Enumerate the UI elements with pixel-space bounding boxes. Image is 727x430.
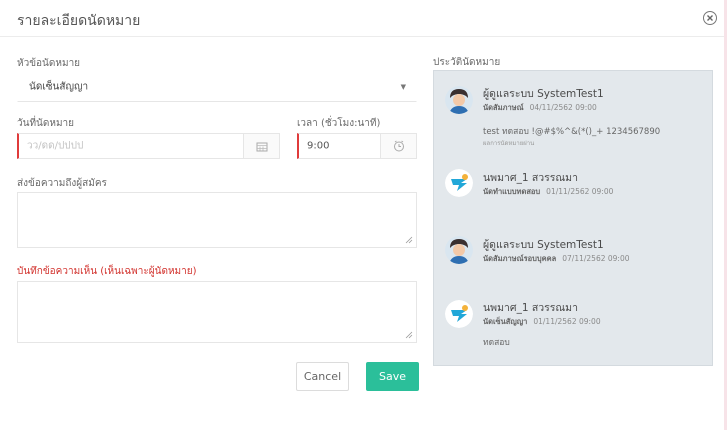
note-label: บันทึกข้อความเห็น (เห็นเฉพาะผู้นัดหมาย) bbox=[17, 266, 197, 277]
history-entry-name: ผู้ดูแลระบบ SystemTest1 bbox=[483, 88, 604, 100]
date-input-placeholder: วว/ดด/ปปปป bbox=[27, 140, 84, 152]
history-entry-datetime: 01/11/2562 09:00 bbox=[546, 187, 614, 196]
time-input[interactable]: 9:00 bbox=[297, 133, 417, 159]
time-label: เวลา (ชั่วโมง:นาที) bbox=[297, 118, 381, 129]
history-entry-type: นัดสัมภาษณ์รอบบุคคล bbox=[483, 254, 557, 263]
clock-icon[interactable] bbox=[380, 134, 416, 158]
time-input-value: 9:00 bbox=[307, 140, 330, 152]
save-button[interactable]: Save bbox=[366, 362, 419, 391]
topic-label: หัวข้อนัดหมาย bbox=[17, 58, 81, 69]
history-entry-text: test ทดสอบ !@#$%^&(*()_+ 1234567890 bbox=[483, 127, 661, 137]
history-entry-meta: นัดทำแบบทดสอบ 01/11/2562 09:00 bbox=[483, 186, 613, 198]
resize-grip-icon[interactable] bbox=[405, 331, 413, 339]
history-entry-meta: นัดสัมภาษณ์รอบบุคคล 07/11/2562 09:00 bbox=[483, 253, 630, 265]
topic-select-value: นัดเซ็นสัญญา bbox=[29, 81, 89, 93]
person-avatar-icon bbox=[445, 236, 473, 264]
cancel-button[interactable]: Cancel bbox=[296, 362, 349, 391]
resize-grip-icon[interactable] bbox=[405, 236, 413, 244]
history-panel: ผู้ดูแลระบบ SystemTest1 นัดสัมภาษณ์ 04/11… bbox=[433, 70, 713, 366]
message-textarea[interactable] bbox=[17, 192, 417, 248]
calendar-icon[interactable] bbox=[243, 134, 279, 158]
history-entry-type: นัดสัมภาษณ์ bbox=[483, 103, 524, 112]
appointment-detail-modal: รายละเอียดนัดหมาย หัวข้อนัดหมาย นัดเซ็นส… bbox=[0, 0, 727, 430]
history-entry-text: ทดสอบ bbox=[483, 338, 510, 348]
history-title: ประวัตินัดหมาย bbox=[433, 57, 501, 68]
history-entry-meta: นัดเซ็นสัญญา 01/11/2562 09:00 bbox=[483, 316, 601, 328]
history-entry-datetime: 07/11/2562 09:00 bbox=[562, 254, 630, 263]
company-logo-icon bbox=[445, 169, 473, 197]
history-entry-name: นพมาศ_1 สวรรณมา bbox=[483, 302, 578, 314]
date-input[interactable]: วว/ดด/ปปปป bbox=[17, 133, 280, 159]
date-label: วันที่นัดหมาย bbox=[17, 118, 75, 129]
chevron-down-icon: ▼ bbox=[400, 83, 406, 91]
history-entry-name: นพมาศ_1 สวรรณมา bbox=[483, 172, 578, 184]
history-entry-meta: นัดสัมภาษณ์ 04/11/2562 09:00 bbox=[483, 102, 597, 114]
person-avatar-icon bbox=[445, 86, 473, 114]
company-logo-icon bbox=[445, 300, 473, 328]
header-divider bbox=[0, 36, 724, 37]
message-label: ส่งข้อความถึงผู้สมัคร bbox=[17, 178, 107, 189]
history-entry-sub: ผลการนัดหมายผ่าน bbox=[483, 140, 535, 147]
close-icon[interactable] bbox=[703, 11, 717, 25]
history-entry-type: นัดเซ็นสัญญา bbox=[483, 317, 528, 326]
topic-select[interactable]: นัดเซ็นสัญญา ▼ bbox=[17, 72, 417, 102]
history-entry-datetime: 01/11/2562 09:00 bbox=[533, 317, 601, 326]
history-entry-datetime: 04/11/2562 09:00 bbox=[529, 103, 597, 112]
history-entry-name: ผู้ดูแลระบบ SystemTest1 bbox=[483, 239, 604, 251]
history-entry-type: นัดทำแบบทดสอบ bbox=[483, 187, 541, 196]
note-textarea[interactable] bbox=[17, 281, 417, 343]
modal-title: รายละเอียดนัดหมาย bbox=[17, 13, 141, 29]
